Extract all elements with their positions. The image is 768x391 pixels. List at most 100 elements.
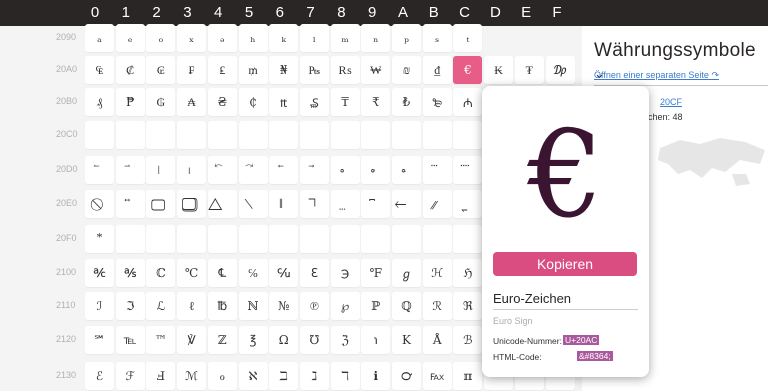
character-cell[interactable]: ₸ [330, 88, 360, 116]
character-cell[interactable]: ⃨ [330, 190, 360, 218]
character-cell[interactable]: ℶ [269, 362, 299, 390]
character-cell[interactable]: ⃡ [115, 190, 145, 218]
character-cell[interactable]: ⃢ [146, 190, 176, 218]
character-cell[interactable] [453, 225, 483, 253]
character-cell[interactable]: ₕ [238, 24, 268, 52]
character-cell[interactable]: ⃫ [422, 190, 452, 218]
character-cell[interactable] [392, 225, 421, 253]
character-cell[interactable] [422, 225, 452, 253]
character-cell[interactable] [115, 121, 145, 149]
character-cell[interactable]: ℴ [207, 362, 237, 390]
character-cell[interactable]: ⃘ [330, 156, 360, 184]
character-cell[interactable]: ⃗ [299, 156, 329, 184]
character-cell[interactable]: ℼ [453, 362, 483, 390]
character-cell[interactable]: ℷ [299, 362, 329, 390]
character-cell[interactable]: ℄ [207, 259, 237, 287]
character-cell[interactable]: ₩ [361, 56, 391, 84]
character-cell[interactable]: ₐ [85, 24, 114, 52]
character-cell[interactable]: ℘ [330, 292, 360, 320]
character-cell[interactable]: ₱ [115, 88, 145, 116]
character-cell[interactable]: ℗ [299, 292, 329, 320]
character-cell[interactable]: ℔ [207, 292, 237, 320]
character-cell[interactable]: ⃥ [238, 190, 268, 218]
character-cell[interactable] [330, 121, 360, 149]
character-cell[interactable]: ⃰ [85, 225, 114, 253]
character-cell[interactable]: ₦ [269, 56, 299, 84]
character-cell[interactable]: ⃓ [177, 156, 207, 184]
character-cell[interactable]: ⃕ [238, 156, 268, 184]
character-cell[interactable] [392, 121, 421, 149]
character-cell[interactable]: ₑ [115, 24, 145, 52]
character-cell[interactable]: ℳ [177, 362, 207, 390]
character-cell[interactable]: ℃ [177, 259, 207, 287]
character-cell[interactable] [177, 121, 207, 149]
character-cell[interactable]: ℺ [392, 362, 421, 390]
character-cell[interactable]: ₛ [422, 24, 452, 52]
character-cell[interactable]: ℒ [146, 292, 176, 320]
character-cell[interactable]: ₓ [177, 24, 207, 52]
character-cell[interactable]: ₠ [85, 56, 114, 84]
character-cell[interactable]: ₔ [207, 24, 237, 52]
character-cell[interactable]: ⃩ [361, 190, 391, 218]
character-cell[interactable] [207, 121, 237, 149]
character-cell[interactable] [361, 225, 391, 253]
character-cell[interactable]: ₴ [207, 88, 237, 116]
character-cell[interactable]: ℧ [299, 326, 329, 354]
character-cell[interactable]: ₖ [269, 24, 299, 52]
character-cell[interactable]: ⃣ [177, 190, 207, 218]
character-cell[interactable]: ℤ [207, 326, 237, 354]
character-cell[interactable] [85, 121, 114, 149]
character-cell[interactable]: ⃛ [422, 156, 452, 184]
character-cell[interactable]: ℰ [85, 362, 114, 390]
character-cell[interactable]: ₮ [514, 56, 544, 84]
character-cell[interactable]: ℣ [177, 326, 207, 354]
character-cell[interactable]: ⃤ [207, 190, 237, 218]
character-cell[interactable] [330, 225, 360, 253]
character-cell[interactable] [238, 121, 268, 149]
character-cell[interactable]: ℥ [238, 326, 268, 354]
character-cell[interactable]: ℆ [269, 259, 299, 287]
character-cell[interactable]: € [453, 56, 483, 84]
character-cell[interactable]: Ⅎ [146, 362, 176, 390]
character-cell[interactable]: ₙ [361, 24, 391, 52]
character-cell[interactable]: Å [422, 326, 452, 354]
copy-button[interactable]: Kopieren [493, 252, 637, 276]
character-cell[interactable]: ₢ [146, 56, 176, 84]
character-cell[interactable]: ₭ [484, 56, 514, 84]
character-cell[interactable]: ℁ [115, 259, 145, 287]
character-cell[interactable]: ₥ [238, 56, 268, 84]
character-cell[interactable] [177, 225, 207, 253]
character-cell[interactable]: ⃔ [207, 156, 237, 184]
character-cell[interactable] [299, 121, 329, 149]
character-cell[interactable]: ₜ [453, 24, 483, 52]
character-cell[interactable]: ℠ [85, 326, 114, 354]
character-cell[interactable]: ℨ [330, 326, 360, 354]
character-cell[interactable]: ℱ [115, 362, 145, 390]
character-cell[interactable]: ℑ [115, 292, 145, 320]
character-cell[interactable]: ℈ [330, 259, 360, 287]
character-cell[interactable]: ₗ [299, 24, 329, 52]
character-cell[interactable]: ℩ [361, 326, 391, 354]
character-cell[interactable]: ⃬ [453, 190, 483, 218]
character-cell[interactable]: ₧ [299, 56, 329, 84]
character-cell[interactable] [361, 121, 391, 149]
character-cell[interactable]: ℊ [392, 259, 421, 287]
character-cell[interactable] [422, 121, 452, 149]
character-cell[interactable]: ₯ [545, 56, 575, 84]
range-link[interactable]: 20CF [660, 97, 682, 107]
character-cell[interactable]: ℉ [361, 259, 391, 287]
character-cell[interactable]: ⃒ [146, 156, 176, 184]
character-cell[interactable]: ₒ [146, 24, 176, 52]
character-cell[interactable]: ₰ [85, 88, 114, 116]
character-cell[interactable] [453, 121, 483, 149]
character-cell[interactable]: ₷ [299, 88, 329, 116]
character-cell[interactable]: ₨ [330, 56, 360, 84]
character-cell[interactable]: ₡ [115, 56, 145, 84]
character-cell[interactable]: ℛ [422, 292, 452, 320]
character-cell[interactable]: ⃜ [453, 156, 483, 184]
character-cell[interactable] [299, 225, 329, 253]
character-cell[interactable]: ₘ [330, 24, 360, 52]
character-cell[interactable]: ₫ [422, 56, 452, 84]
character-cell[interactable]: ⃠ [85, 190, 114, 218]
character-cell[interactable]: ℀ [85, 259, 114, 287]
